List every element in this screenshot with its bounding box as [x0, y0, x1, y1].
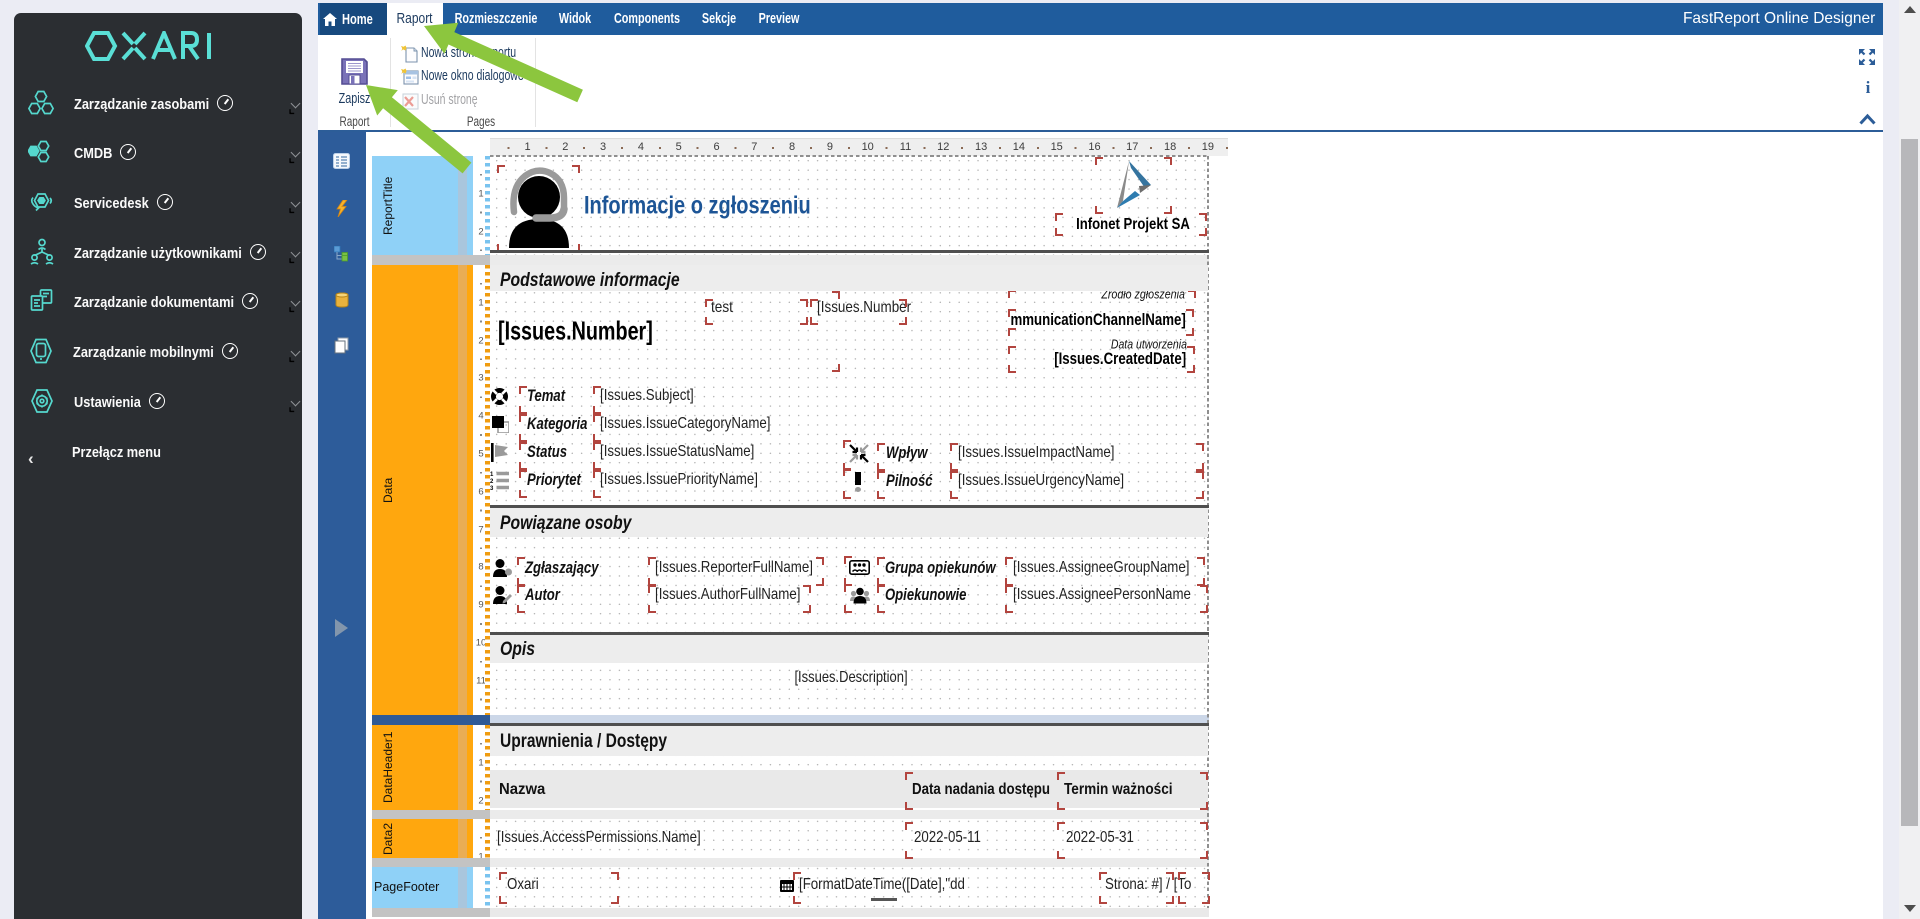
svg-text:3: 3 — [490, 486, 494, 490]
svg-text:1: 1 — [490, 472, 494, 478]
svg-text:2: 2 — [490, 479, 494, 485]
